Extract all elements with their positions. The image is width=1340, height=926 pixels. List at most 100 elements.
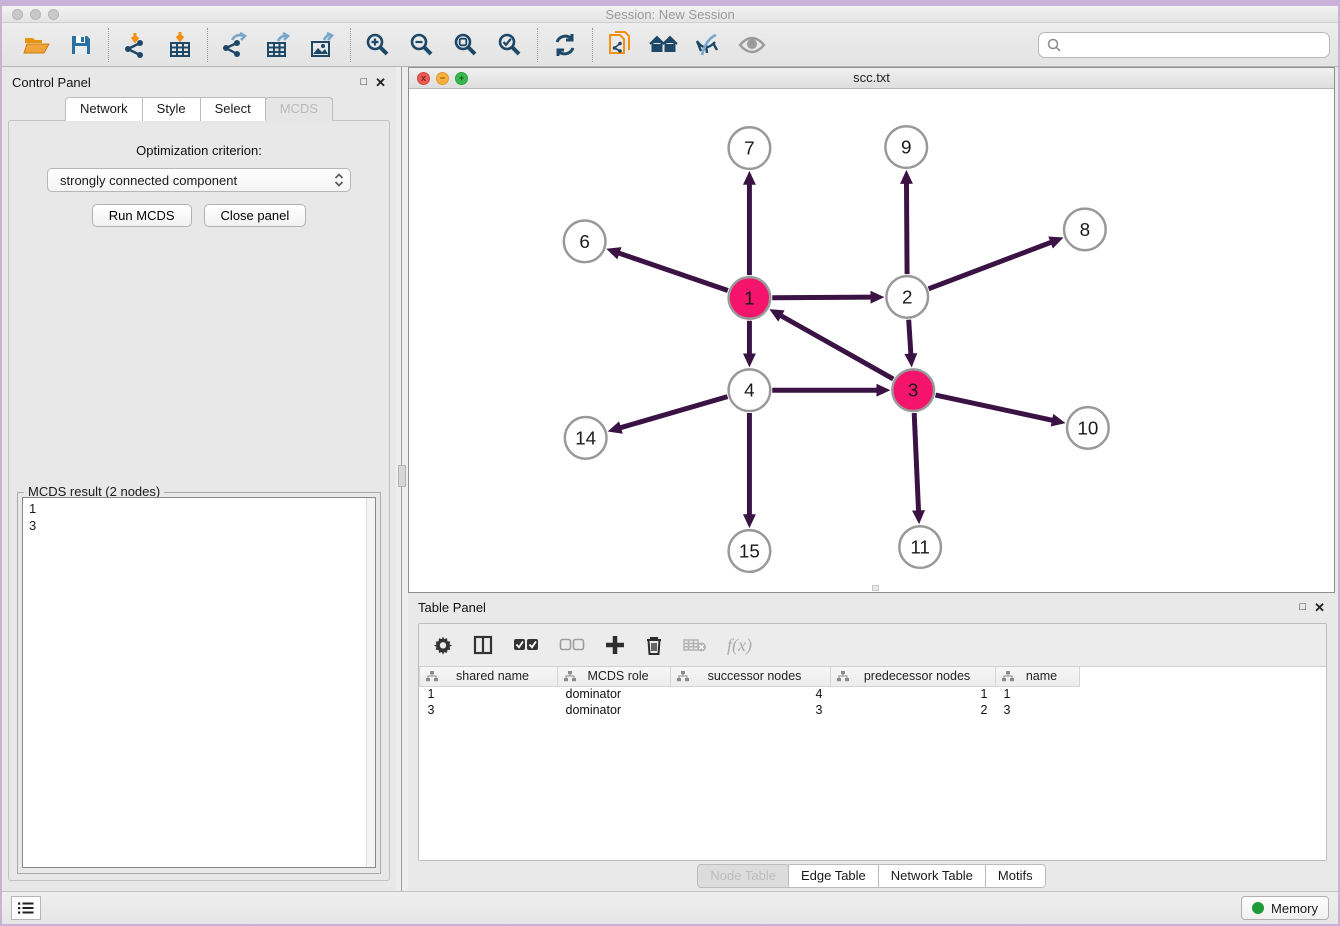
table-tab-network-table[interactable]: Network Table [878,864,986,888]
network-canvas[interactable]: 7 9 6 8 1 2 4 3 14 10 15 11 [409,89,1334,592]
panel-splitter[interactable] [396,67,408,891]
edge-2-9[interactable] [906,181,907,274]
column-header-shared-name[interactable]: shared name [420,667,558,686]
table-row[interactable]: 3dominator323 [420,702,1080,718]
edge-1-6[interactable] [617,252,728,290]
table-tab-motifs[interactable]: Motifs [985,864,1046,888]
edge-4-14[interactable] [618,396,727,428]
edge-3-1[interactable] [779,314,893,379]
clone-network-icon[interactable] [605,30,635,60]
memory-button[interactable]: Memory [1241,896,1329,920]
zoom-out-icon[interactable] [407,30,437,60]
column-header-successor-nodes[interactable]: successor nodes [671,667,831,686]
delete-table-icon[interactable] [683,637,707,653]
graph-node-15[interactable]: 15 [729,530,771,572]
edge-3-10[interactable] [935,395,1054,421]
import-network-icon[interactable] [121,30,151,60]
graph-node-11[interactable]: 11 [899,526,941,568]
zoom-fit-icon[interactable] [451,30,481,60]
edge-arrowhead [912,510,925,524]
function-builder-icon[interactable]: f(x) [727,635,752,656]
table-panel-float-icon[interactable]: □ [1299,602,1306,613]
table-options-icon[interactable] [433,635,453,655]
column-header-predecessor-nodes[interactable]: predecessor nodes [831,667,996,686]
table-row[interactable]: 1dominator411 [420,686,1080,702]
cell-successor-nodes[interactable]: 3 [671,702,831,718]
apply-layout-icon[interactable] [550,30,580,60]
edge-2-3[interactable] [909,320,911,357]
edge-arrowhead [1051,414,1066,427]
zoom-in-icon[interactable] [363,30,393,60]
zoom-selected-icon[interactable] [495,30,525,60]
search-box[interactable] [1038,32,1330,58]
search-input[interactable] [1067,37,1321,52]
import-table-icon[interactable] [165,30,195,60]
cell-shared-name[interactable]: 3 [420,702,558,718]
export-table-icon[interactable] [264,30,294,60]
node-table-area[interactable]: shared nameMCDS rolesuccessor nodesprede… [419,666,1326,860]
graph-node-4[interactable]: 4 [729,369,771,411]
open-session-icon[interactable] [22,30,52,60]
mcds-result-text[interactable]: 1 3 [22,497,376,868]
control-tab-network[interactable]: Network [65,97,143,121]
cell-name[interactable]: 1 [996,686,1080,702]
graph-node-8[interactable]: 8 [1064,208,1106,250]
graph-node-6[interactable]: 6 [564,220,606,262]
network-minimize-button[interactable]: − [436,72,449,85]
splitter-handle[interactable] [398,465,406,487]
close-panel-button[interactable]: Close panel [204,204,307,227]
app-close-button[interactable] [12,9,23,20]
cell-predecessor-nodes[interactable]: 2 [831,702,996,718]
delete-column-icon[interactable] [645,635,663,655]
table-tab-node-table[interactable]: Node Table [697,864,789,888]
control-tab-style[interactable]: Style [142,97,201,121]
export-image-icon[interactable] [308,30,338,60]
run-mcds-button[interactable]: Run MCDS [92,204,192,227]
control-tab-select[interactable]: Select [200,97,266,121]
network-graph[interactable]: 7 9 6 8 1 2 4 3 14 10 15 11 [409,89,1334,592]
control-panel-close-icon[interactable]: ✕ [375,76,386,89]
network-maximize-button[interactable]: + [455,72,468,85]
canvas-resize-handle[interactable] [872,585,879,591]
edge-3-11[interactable] [914,413,918,513]
column-header-name[interactable]: name [996,667,1080,686]
table-tab-edge-table[interactable]: Edge Table [788,864,879,888]
app-maximize-button[interactable] [48,9,59,20]
add-column-icon[interactable] [605,635,625,655]
task-history-button[interactable] [11,896,41,920]
deselect-all-columns-icon[interactable] [559,638,585,652]
cell-name[interactable]: 3 [996,702,1080,718]
table-panel-close-icon[interactable]: ✕ [1314,601,1325,614]
save-session-icon[interactable] [66,30,96,60]
home-layout-icon[interactable] [649,30,679,60]
graph-node-14[interactable]: 14 [565,417,607,459]
edge-2-8[interactable] [929,241,1054,288]
result-scrollbar[interactable] [366,498,375,867]
select-all-columns-icon[interactable] [513,638,539,652]
graph-node-3[interactable]: 3 [892,369,934,411]
cell-mcds-role[interactable]: dominator [558,686,671,702]
cell-mcds-role[interactable]: dominator [558,702,671,718]
graph-node-9[interactable]: 9 [885,126,927,168]
hide-panels-icon[interactable] [693,30,723,60]
graph-node-2[interactable]: 2 [886,276,928,318]
graph-node-1[interactable]: 1 [729,277,771,319]
control-panel-float-icon[interactable]: □ [360,77,367,88]
edge-arrowhead [608,421,623,433]
edge-1-2[interactable] [772,297,873,298]
criterion-dropdown[interactable]: strongly connected component [47,168,351,192]
graph-node-7[interactable]: 7 [729,127,771,169]
export-network-icon[interactable] [220,30,250,60]
cell-successor-nodes[interactable]: 4 [671,686,831,702]
show-column-icon[interactable] [473,635,493,655]
column-header-mcds-role[interactable]: MCDS role [558,667,671,686]
birdseye-view-icon[interactable] [737,30,767,60]
column-type-icon [426,671,438,682]
cell-predecessor-nodes[interactable]: 1 [831,686,996,702]
edge-arrowhead [606,247,621,259]
network-close-button[interactable]: x [417,72,430,85]
cell-shared-name[interactable]: 1 [420,686,558,702]
graph-node-10[interactable]: 10 [1067,407,1109,449]
app-minimize-button[interactable] [30,9,41,20]
control-tab-mcds[interactable]: MCDS [265,97,333,121]
